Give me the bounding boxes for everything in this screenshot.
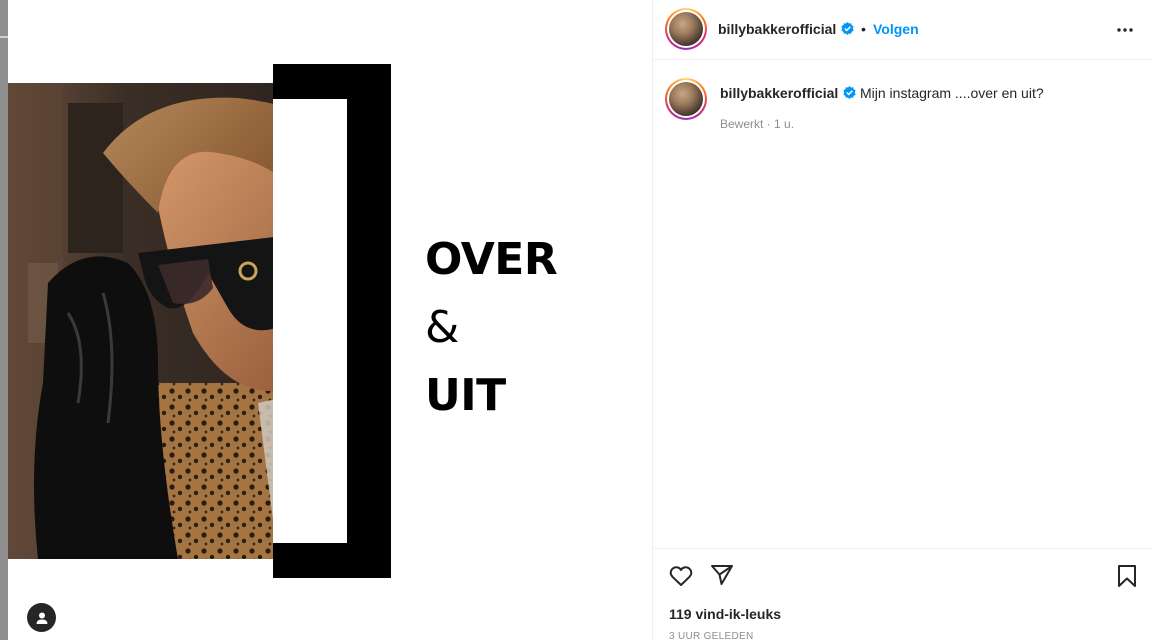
caption-meta: Bewerkt · 1 u. [720, 117, 795, 131]
post-media[interactable]: OVER & UIT [8, 0, 652, 640]
caption-username[interactable]: billybakkerofficial [720, 85, 838, 101]
like-count[interactable]: 119 vind-ik-leuks [669, 606, 781, 622]
header-username[interactable]: billybakkerofficial [718, 21, 836, 37]
post-side-panel: billybakkerofficial • Volgen billybakker… [652, 0, 1152, 640]
verified-badge-icon [843, 86, 856, 99]
send-icon[interactable] [709, 562, 735, 588]
heart-icon[interactable] [668, 563, 694, 589]
post-header: billybakkerofficial • Volgen [653, 0, 1152, 60]
poster-line-over: OVER [425, 234, 558, 285]
caption-text: Mijn instagram ....over en uit? [860, 85, 1044, 101]
bracket-inner [273, 99, 347, 543]
poster-line-ampersand: & [425, 302, 459, 353]
window-edge [0, 0, 8, 640]
post-timestamp[interactable]: 3 UUR GELEDEN [669, 631, 753, 640]
follow-button[interactable]: Volgen [873, 21, 919, 37]
bookmark-icon[interactable] [1114, 563, 1140, 589]
poster-line-uit: UIT [425, 370, 506, 421]
more-horizontal-icon[interactable] [1115, 20, 1135, 40]
user-icon [36, 612, 47, 624]
header-separator: • [861, 21, 866, 37]
tagged-users-button[interactable] [27, 603, 56, 632]
post-actions: 119 vind-ik-leuks 3 UUR GELEDEN [653, 548, 1152, 640]
poster-text: OVER & UIT [425, 226, 558, 430]
bracket-frame [273, 64, 391, 578]
caption-avatar[interactable] [665, 78, 707, 120]
verified-badge-icon [841, 22, 854, 35]
avatar[interactable] [665, 8, 707, 50]
window-edge-notch [0, 36, 8, 38]
